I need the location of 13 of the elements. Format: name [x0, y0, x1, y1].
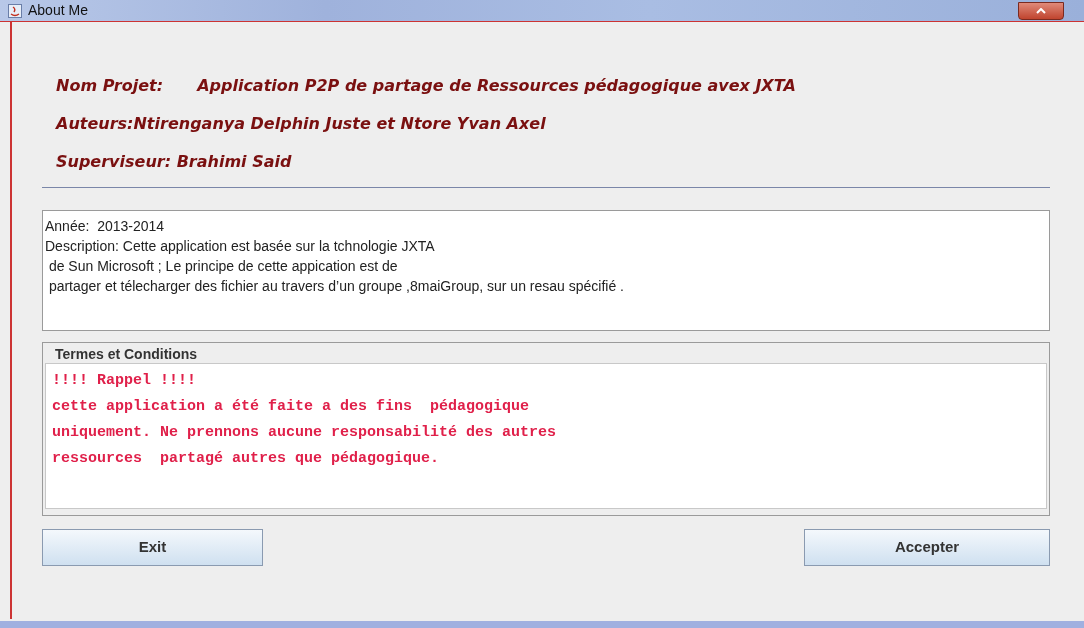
project-label: Superviseur: Brahimi Said — [56, 152, 292, 171]
project-label: Nom Projet: — [56, 76, 164, 95]
exit-button[interactable]: Exit — [42, 529, 263, 566]
project-name: Application P2P de partage de Ressources pédagogique avex JXTA — [197, 76, 796, 95]
accept-button[interactable]: Accepter — [804, 529, 1050, 566]
terms-text-area[interactable]: !!!! Rappel !!!! cette application a été faite a des fins pédagogique uniquement. Ne prennons aucune responsabilité des autres ressources partagé autres que pédagogique. — [45, 363, 1047, 509]
panel-title: Termes et Conditions — [55, 345, 199, 363]
window-title: About Me — [28, 1, 88, 20]
project-label: Auteurs:Ntirenganya Delphin Juste et Ntore Yvan Axel — [56, 114, 546, 133]
description-text-area[interactable]: Année: 2013-2014 Description: Cette application est basée sur la tchnologie JXTA de Sun Microsoft ; Le principe de cette appication est de partager et télecharger des fichier au travers d’un groupe ,8maiGroup, sur un resau spécifié . — [42, 210, 1050, 331]
minimize-button[interactable] — [1018, 1, 1064, 20]
java-icon — [8, 3, 22, 18]
caret-icon — [1036, 7, 1046, 14]
